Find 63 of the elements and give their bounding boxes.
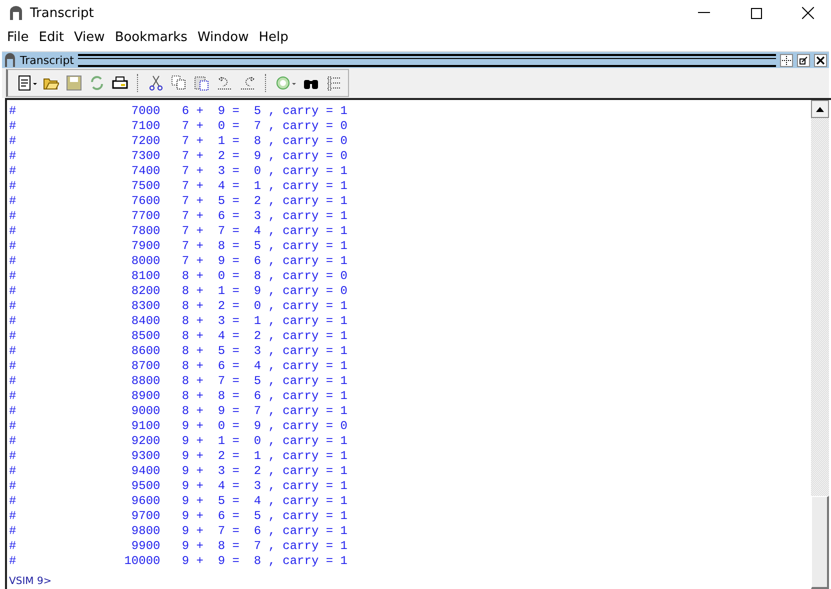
printer-icon xyxy=(112,75,128,91)
menu-item[interactable]: Window xyxy=(192,30,254,44)
new-button[interactable] xyxy=(16,73,38,93)
transcript-line: # 7400 7 + 3 = 0 , carry = 1 xyxy=(9,164,348,179)
undo-icon xyxy=(217,75,233,91)
window-title: Transcript xyxy=(30,6,95,20)
transcript-line: # 9000 8 + 9 = 7 , carry = 1 xyxy=(9,404,348,419)
menu-item[interactable]: Edit xyxy=(34,30,69,44)
redo-icon xyxy=(240,75,256,91)
transcript-line: # 7100 7 + 0 = 7 , carry = 0 xyxy=(9,119,348,134)
document-icon xyxy=(17,75,37,91)
transcript-line: # 9900 9 + 8 = 7 , carry = 1 xyxy=(9,539,348,554)
transcript-line: # 7500 7 + 4 = 1 , carry = 1 xyxy=(9,179,348,194)
scroll-up-button[interactable] xyxy=(811,100,829,118)
menu-item[interactable]: Help xyxy=(254,30,294,44)
transcript-line: # 9200 9 + 1 = 0 , carry = 1 xyxy=(9,434,348,449)
menu-item[interactable]: Bookmarks xyxy=(110,30,192,44)
menu-item[interactable]: File xyxy=(2,30,34,44)
list-icon xyxy=(326,75,342,91)
transcript-line: # 7000 6 + 9 = 5 , carry = 1 xyxy=(9,104,348,119)
transcript-line: # 7200 7 + 1 = 8 , carry = 0 xyxy=(9,134,348,149)
panel-title: Transcript xyxy=(20,54,74,66)
transcript-line: # 9300 9 + 2 = 1 , carry = 1 xyxy=(9,449,348,464)
refresh-icon xyxy=(89,75,105,91)
up-arrow-icon xyxy=(816,106,824,112)
transcript-line: # 7600 7 + 5 = 2 , carry = 1 xyxy=(9,194,348,209)
transcript-line: # 7700 7 + 6 = 3 , carry = 1 xyxy=(9,209,348,224)
transcript-line: # 8000 7 + 9 = 6 , carry = 1 xyxy=(9,254,348,269)
app-icon xyxy=(8,5,24,21)
transcript-line: # 9400 9 + 3 = 2 , carry = 1 xyxy=(9,464,348,479)
menu-item[interactable]: View xyxy=(68,30,110,44)
transcript-line: # 9700 9 + 6 = 5 , carry = 1 xyxy=(9,509,348,524)
transcript-line: # 7300 7 + 2 = 9 , carry = 0 xyxy=(9,149,348,164)
transcript-line: # 8800 8 + 7 = 5 , carry = 1 xyxy=(9,374,348,389)
transcript-line: # 8400 8 + 3 = 1 , carry = 1 xyxy=(9,314,348,329)
command-prompt[interactable]: VSIM 9> xyxy=(9,576,811,587)
restore-button[interactable] xyxy=(797,54,810,66)
close-button[interactable] xyxy=(814,54,827,66)
transcript-line: # 9500 9 + 4 = 3 , carry = 1 xyxy=(9,479,348,494)
transcript-line: # 9800 9 + 7 = 6 , carry = 1 xyxy=(9,524,348,539)
transcript-line: # 8300 8 + 2 = 0 , carry = 1 xyxy=(9,299,348,314)
app-icon xyxy=(4,52,16,68)
transcript-line: # 7900 7 + 8 = 5 , carry = 1 xyxy=(9,239,348,254)
close-icon xyxy=(802,7,814,19)
transcript-line: # 10000 9 + 9 = 8 , carry = 1 xyxy=(9,554,348,569)
transcript-line: # 8100 8 + 0 = 8 , carry = 0 xyxy=(9,269,348,284)
transcript-line: # 9100 9 + 0 = 9 , carry = 0 xyxy=(9,419,348,434)
undock-button[interactable] xyxy=(780,54,793,66)
transcript-line: # 8200 8 + 1 = 9 , carry = 0 xyxy=(9,284,348,299)
circle-icon xyxy=(275,75,297,91)
scrollbar-thumb[interactable] xyxy=(811,496,829,589)
maximize-icon xyxy=(750,8,762,18)
minimize-icon xyxy=(698,12,710,14)
save-button[interactable] xyxy=(64,73,84,93)
transcript-line: # 9600 9 + 5 = 4 , carry = 1 xyxy=(9,494,348,509)
transcript-line: # 8700 8 + 6 = 4 , carry = 1 xyxy=(9,359,348,374)
transcript-line: # 8500 8 + 4 = 2 , carry = 1 xyxy=(9,329,348,344)
transcript-line: # 8600 8 + 5 = 3 , carry = 1 xyxy=(9,344,348,359)
scissors-icon xyxy=(148,75,164,91)
clipboard-icon xyxy=(194,75,210,91)
copy-icon xyxy=(171,75,187,91)
transcript-line: # 8900 8 + 8 = 6 , carry = 1 xyxy=(9,389,348,404)
transcript-line: # 7800 7 + 7 = 4 , carry = 1 xyxy=(9,224,348,239)
